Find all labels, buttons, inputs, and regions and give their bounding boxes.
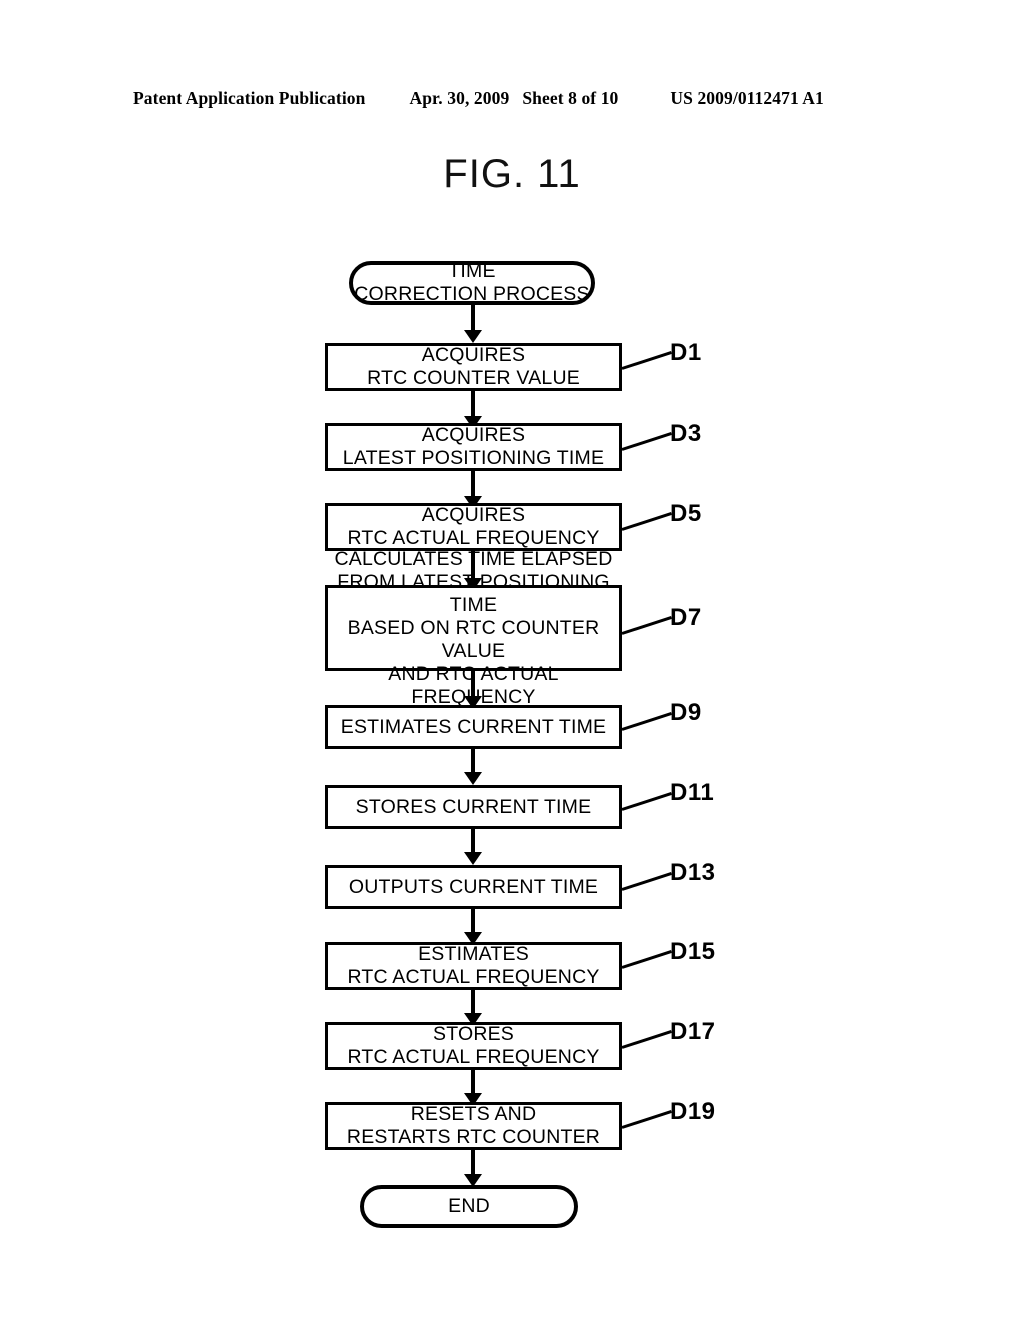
ref-label-d7: D7: [670, 604, 702, 631]
flow-node-d13-label: OUTPUTS CURRENT TIME: [348, 875, 599, 898]
flow-node-d11-label: STORES CURRENT TIME: [355, 795, 592, 818]
ref-label-d3: D3: [670, 420, 702, 447]
flow-node-d13: OUTPUTS CURRENT TIME: [325, 865, 622, 909]
leader-line-d5: [621, 512, 672, 531]
flow-node-d15-label: ESTIMATES RTC ACTUAL FREQUENCY: [347, 943, 600, 988]
leader-line-d7: [621, 616, 672, 635]
flowchart-diagram: TIME CORRECTION PROCESS ACQUIRES RTC COU…: [0, 0, 1024, 1320]
ref-label-d5: D5: [670, 500, 702, 527]
flow-node-d1: ACQUIRES RTC COUNTER VALUE: [325, 343, 622, 391]
flow-node-start: TIME CORRECTION PROCESS: [349, 260, 595, 305]
leader-line-d3: [621, 432, 672, 451]
leader-line-d13: [621, 872, 672, 891]
ref-label-d17: D17: [670, 1018, 716, 1045]
flow-node-d11: STORES CURRENT TIME: [325, 785, 622, 829]
ref-label-d9: D9: [670, 699, 702, 726]
leader-line-d9: [621, 712, 672, 731]
ref-label-d13: D13: [670, 859, 716, 886]
leader-line-d17: [621, 1030, 672, 1049]
flow-node-d3: ACQUIRES LATEST POSITIONING TIME: [325, 423, 622, 471]
flow-node-d7: CALCULATES TIME ELAPSED FROM LATEST POSI…: [325, 548, 622, 708]
flow-node-end-label: END: [448, 1195, 490, 1217]
ref-label-d19: D19: [670, 1098, 716, 1125]
flow-node-d3-label: ACQUIRES LATEST POSITIONING TIME: [342, 424, 605, 469]
leader-line-d11: [621, 792, 672, 811]
leader-line-d1: [621, 351, 672, 370]
ref-label-d11: D11: [670, 779, 715, 806]
flow-node-d1-label: ACQUIRES RTC COUNTER VALUE: [367, 344, 580, 389]
ref-label-d1: D1: [670, 339, 702, 366]
flow-node-d17: STORES RTC ACTUAL FREQUENCY: [325, 1022, 622, 1070]
flow-node-d19-label: RESETS AND RESTARTS RTC COUNTER: [346, 1103, 601, 1148]
flow-node-d5-label: ACQUIRES RTC ACTUAL FREQUENCY: [347, 504, 600, 549]
ref-label-d15: D15: [670, 938, 716, 965]
flow-node-d17-label: STORES RTC ACTUAL FREQUENCY: [347, 1023, 600, 1068]
flow-node-d9-label: ESTIMATES CURRENT TIME: [340, 715, 607, 738]
leader-line-d19: [621, 1110, 672, 1129]
flow-node-start-label: TIME CORRECTION PROCESS: [354, 260, 590, 305]
flow-node-d9: ESTIMATES CURRENT TIME: [325, 705, 622, 749]
flow-node-d15: ESTIMATES RTC ACTUAL FREQUENCY: [325, 942, 622, 990]
flow-node-d19: RESETS AND RESTARTS RTC COUNTER: [325, 1102, 622, 1150]
flow-node-end: END: [360, 1185, 578, 1228]
leader-line-d15: [621, 950, 672, 969]
flow-node-d5: ACQUIRES RTC ACTUAL FREQUENCY: [325, 503, 622, 551]
